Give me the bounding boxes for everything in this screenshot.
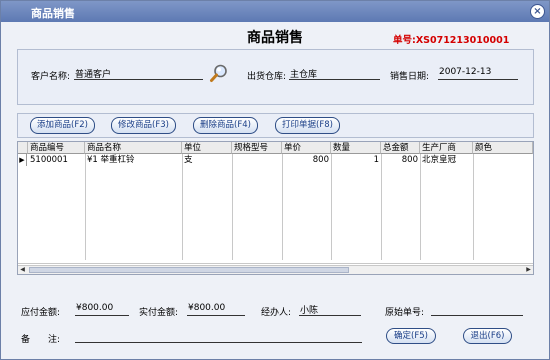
- warehouse-label: 出货仓库:: [247, 72, 287, 82]
- window-title: 商品销售: [31, 7, 75, 20]
- warehouse-field[interactable]: 主仓库: [289, 67, 380, 80]
- column-divider: [232, 154, 233, 260]
- column-header[interactable]: 商品名称: [85, 142, 182, 154]
- column-header[interactable]: 数量: [331, 142, 381, 154]
- paid-label: 实付金额:: [139, 308, 179, 318]
- customer-label: 客户名称:: [31, 72, 71, 82]
- cell-manufacturer[interactable]: 北京皇冠: [420, 154, 458, 166]
- cell-unit[interactable]: 支: [182, 154, 195, 166]
- column-divider: [331, 154, 332, 260]
- column-header[interactable]: 颜色: [473, 142, 533, 154]
- column-divider: [182, 154, 183, 260]
- column-header[interactable]: 单价: [282, 142, 331, 154]
- cell-color[interactable]: [473, 154, 477, 166]
- handler-field[interactable]: 小陈: [299, 303, 361, 316]
- search-icon[interactable]: [209, 63, 229, 83]
- print-button[interactable]: 打印单据(F8): [275, 117, 340, 134]
- scrollbar-thumb[interactable]: [29, 267, 349, 273]
- sales-window: 商品销售 × 商品销售 单号:XS071213010001 客户名称: 普通客户…: [0, 0, 550, 360]
- payable-amount-field[interactable]: ¥800.00: [75, 303, 129, 316]
- order-number-value: XS071213010001: [415, 35, 510, 46]
- scroll-left-icon[interactable]: ◀: [18, 266, 27, 274]
- column-divider: [381, 154, 382, 260]
- remark-field[interactable]: [75, 330, 362, 343]
- remark-label: 备 注:: [21, 335, 61, 345]
- cell-quantity[interactable]: 1: [331, 154, 381, 166]
- order-number: 单号:XS071213010001: [393, 32, 509, 46]
- items-table[interactable]: 商品编号 商品名称 单位 规格型号 单价 数量 总金额 生产厂商 颜色 ▶ 51…: [17, 141, 534, 275]
- column-header[interactable]: 生产厂商: [420, 142, 473, 154]
- confirm-button[interactable]: 确定(F5): [386, 328, 436, 344]
- handler-label: 经办人:: [261, 308, 292, 318]
- column-header[interactable]: 总金额: [381, 142, 420, 154]
- column-divider: [85, 154, 86, 260]
- column-header[interactable]: 商品编号: [28, 142, 85, 154]
- original-number-label: 原始单号:: [385, 308, 425, 318]
- table-header-corner: [18, 142, 28, 154]
- customer-field[interactable]: 普通客户: [74, 67, 203, 80]
- cell-spec[interactable]: [232, 154, 236, 166]
- payable-label: 应付金额:: [21, 308, 61, 318]
- add-item-button[interactable]: 添加商品(F2): [30, 117, 95, 134]
- column-divider: [420, 154, 421, 260]
- row-selector[interactable]: ▶: [18, 154, 27, 166]
- edit-item-button[interactable]: 修改商品(F3): [111, 117, 176, 134]
- column-header[interactable]: 规格型号: [232, 142, 282, 154]
- title-bar: 商品销售 ×: [1, 1, 549, 22]
- cell-item-code[interactable]: 5100001: [28, 154, 70, 166]
- delete-item-button[interactable]: 删除商品(F4): [193, 117, 258, 134]
- scroll-right-icon[interactable]: ▶: [524, 266, 533, 274]
- cell-item-name[interactable]: ¥1 举重杠铃: [85, 154, 137, 166]
- paid-amount-field[interactable]: ¥800.00: [187, 303, 245, 316]
- sale-date-label: 销售日期:: [390, 72, 430, 82]
- original-number-field[interactable]: [431, 303, 523, 316]
- cell-total[interactable]: 800: [381, 154, 420, 166]
- column-header[interactable]: 单位: [182, 142, 232, 154]
- horizontal-scrollbar[interactable]: ◀ ▶: [18, 265, 533, 274]
- close-icon[interactable]: ×: [530, 4, 545, 19]
- cell-price[interactable]: 800: [282, 154, 331, 166]
- column-divider: [473, 154, 474, 260]
- column-divider: [282, 154, 283, 260]
- exit-button[interactable]: 退出(F6): [463, 328, 512, 344]
- order-number-label: 单号:: [393, 35, 416, 46]
- sale-date-field[interactable]: 2007-12-13: [438, 67, 518, 80]
